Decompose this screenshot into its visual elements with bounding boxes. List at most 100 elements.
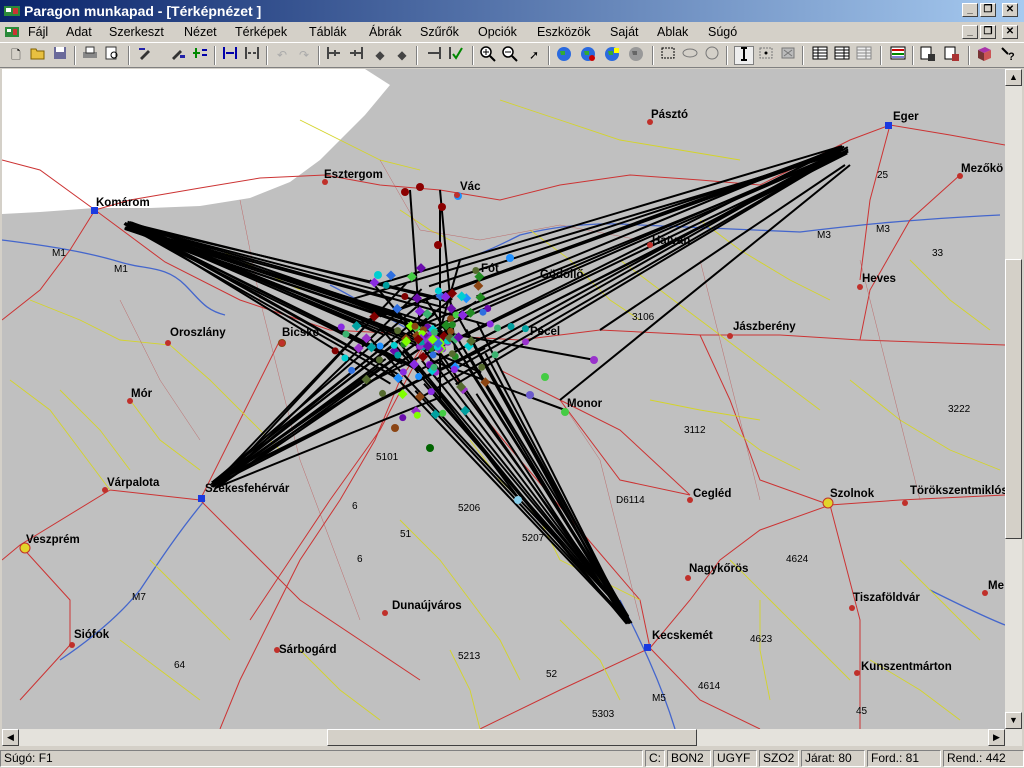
route-marker xyxy=(479,308,487,316)
city-label: Fót xyxy=(481,263,499,275)
mdi-restore-button[interactable]: ❐ xyxy=(980,25,996,39)
road-label: 45 xyxy=(856,706,868,717)
save-button[interactable] xyxy=(50,46,70,65)
city-label: Eger xyxy=(893,111,919,123)
scroll-right-button[interactable]: ▶ xyxy=(988,729,1005,746)
check-icon xyxy=(449,47,463,60)
globe-route-button[interactable] xyxy=(578,46,598,65)
mdi-minimize-button[interactable]: _ xyxy=(962,25,978,39)
report-button[interactable] xyxy=(918,46,938,65)
next-button[interactable] xyxy=(424,46,444,65)
menu-filters[interactable]: Szűrők xyxy=(420,25,459,39)
report-settings-button[interactable] xyxy=(942,46,962,65)
print-preview-icon xyxy=(105,46,118,60)
minimize-button[interactable]: _ xyxy=(962,3,978,17)
route-marker xyxy=(438,203,446,211)
report-settings-icon xyxy=(944,46,959,61)
menu-help[interactable]: Súgó xyxy=(708,25,737,39)
edit-list-icon xyxy=(172,50,185,60)
road-label: 5213 xyxy=(458,651,481,662)
menu-tools[interactable]: Eszközök xyxy=(537,25,591,39)
book-button[interactable] xyxy=(974,46,994,65)
route-marker xyxy=(514,496,522,504)
road-label: M3 xyxy=(876,224,890,235)
insert-button[interactable] xyxy=(220,46,240,65)
redo-icon: ↷ xyxy=(298,48,310,62)
scroll-up-button[interactable]: ▲ xyxy=(1005,69,1022,86)
menu-edit[interactable]: Szerkeszt xyxy=(109,25,164,39)
edit-list-button[interactable] xyxy=(168,46,188,65)
split-button[interactable] xyxy=(242,46,262,65)
undo-button[interactable]: ↶ xyxy=(272,46,292,65)
menu-data[interactable]: Adat xyxy=(66,25,92,39)
menu-view[interactable]: Nézet xyxy=(184,25,217,39)
map-canvas[interactable]: Pásztó Eger Mezőkö Esztergom Vác Komárom… xyxy=(2,69,1005,729)
new-button[interactable]: 🗋 xyxy=(6,46,26,65)
print-icon xyxy=(83,46,97,58)
menu-figures[interactable]: Ábrák xyxy=(369,25,402,39)
route-marker xyxy=(399,414,407,422)
scroll-down-button[interactable]: ▼ xyxy=(1005,712,1022,729)
horizontal-scrollbar[interactable]: ◀ ▶ xyxy=(2,729,1005,746)
print-button[interactable] xyxy=(80,46,100,65)
route-marker xyxy=(394,351,402,359)
chart-button[interactable] xyxy=(888,46,908,65)
close-button[interactable]: ✕ xyxy=(1002,3,1018,17)
check-button[interactable] xyxy=(446,46,466,65)
city-label: Siófok xyxy=(74,629,110,641)
first-button[interactable] xyxy=(324,46,344,65)
route-marker xyxy=(494,324,502,332)
zoom-in-button[interactable] xyxy=(478,46,498,65)
table-gray-button[interactable] xyxy=(854,46,874,65)
book-icon xyxy=(978,47,991,61)
maximize-button[interactable]: ❐ xyxy=(980,3,996,17)
route-marker xyxy=(448,321,456,329)
menu-maps[interactable]: Térképek xyxy=(235,25,287,39)
route-marker xyxy=(526,391,534,399)
select-point-button[interactable] xyxy=(756,46,776,65)
print-preview-button[interactable] xyxy=(102,46,122,65)
menu-file[interactable]: Fájl xyxy=(28,25,48,39)
prev-button[interactable] xyxy=(346,46,366,65)
open-button[interactable] xyxy=(28,46,48,65)
add-node-button[interactable] xyxy=(190,46,210,65)
ellipse-select-button[interactable] xyxy=(680,46,700,65)
status-panel-2: UGYF xyxy=(713,750,757,767)
pointer-button[interactable]: ➚ xyxy=(524,46,544,65)
document-icon[interactable] xyxy=(4,25,20,39)
globe-gray-button[interactable] xyxy=(626,46,646,65)
scroll-left-button[interactable]: ◀ xyxy=(2,729,19,746)
menu-tables[interactable]: Táblák xyxy=(309,25,347,39)
mdi-close-button[interactable]: ✕ xyxy=(1002,25,1018,39)
edit-button[interactable] xyxy=(136,46,156,65)
route-marker xyxy=(426,444,434,452)
route-marker xyxy=(341,354,349,362)
menu-window[interactable]: Ablak xyxy=(657,25,688,39)
next-icon xyxy=(428,47,441,59)
back-button[interactable]: ◆ xyxy=(370,46,390,65)
map-view[interactable]: Pásztó Eger Mezőkö Esztergom Vác Komárom… xyxy=(2,69,1005,729)
zoom-out-button[interactable] xyxy=(500,46,520,65)
vertical-scrollbar[interactable]: ▲ ▼ xyxy=(1005,69,1022,746)
road-label: D6114 xyxy=(616,495,645,506)
forward-button[interactable]: ◆ xyxy=(392,46,412,65)
route-marker xyxy=(448,350,456,358)
select-all-button[interactable] xyxy=(778,46,798,65)
menu-options[interactable]: Opciók xyxy=(478,25,517,39)
route-marker xyxy=(491,351,499,359)
info-button[interactable] xyxy=(734,46,754,65)
globe-button[interactable] xyxy=(554,46,574,65)
circle-select-button[interactable] xyxy=(702,46,722,65)
table-button[interactable] xyxy=(810,46,830,65)
vertical-scroll-thumb[interactable] xyxy=(1005,259,1022,539)
city-label: Komárom xyxy=(96,197,150,209)
table-list-button[interactable] xyxy=(832,46,852,65)
horizontal-scroll-thumb[interactable] xyxy=(327,729,697,746)
menu-custom[interactable]: Saját xyxy=(610,25,639,39)
help-button[interactable]: ? xyxy=(998,46,1018,65)
edit-icon xyxy=(139,48,150,60)
rectangle-select-button[interactable] xyxy=(658,46,678,65)
back-icon: ◆ xyxy=(375,48,385,62)
redo-button[interactable]: ↷ xyxy=(294,46,314,65)
globe-marker-button[interactable] xyxy=(602,46,622,65)
